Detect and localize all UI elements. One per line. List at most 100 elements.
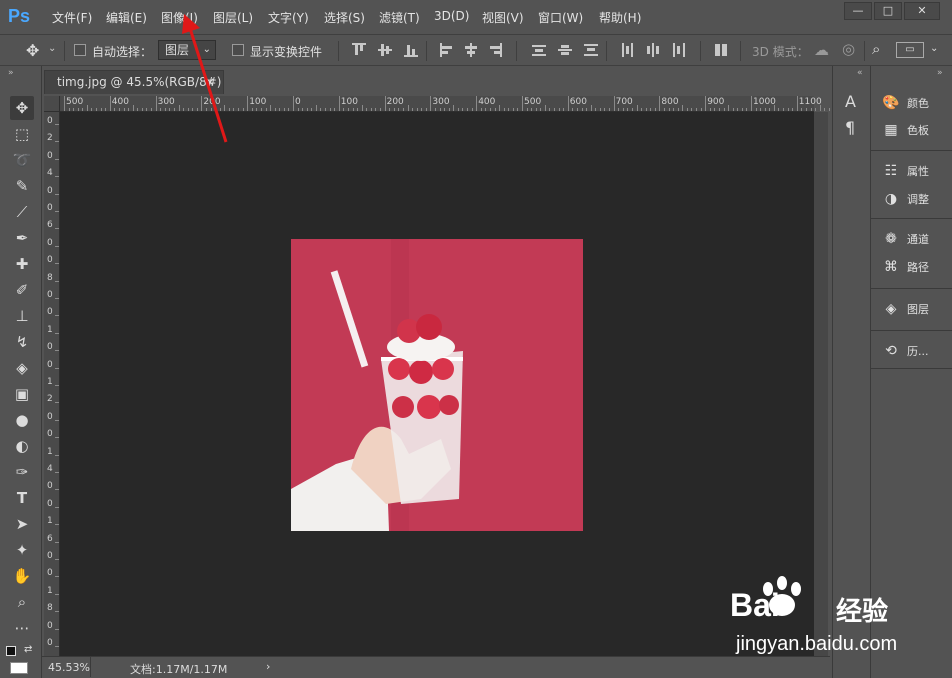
ruler-tick (306, 108, 308, 111)
panel-layers[interactable]: ◈ 图层 (881, 298, 929, 320)
type-tool-icon[interactable]: T (10, 486, 34, 510)
menu-window[interactable]: 窗口(W) (538, 9, 583, 26)
distribute-vcenter-icon[interactable] (558, 43, 572, 57)
panel-color[interactable]: 🎨 颜色 (881, 92, 929, 114)
custom-shape-tool-icon[interactable]: ✦ (10, 538, 34, 562)
pen-tool-icon[interactable]: ✑ (10, 460, 34, 484)
menu-file[interactable]: 文件(F) (52, 9, 92, 26)
ruler-tick (86, 105, 88, 111)
default-colors-icon[interactable] (6, 646, 16, 656)
menu-type[interactable]: 文字(Y) (268, 9, 309, 26)
quick-selection-tool-icon[interactable]: ✎ (10, 174, 34, 198)
chevron-down-icon[interactable]: ⌄ (930, 43, 938, 54)
ruler-tick (242, 108, 244, 111)
paragraph-panel-icon[interactable]: ¶ (845, 118, 855, 137)
maximize-button[interactable]: □ (874, 2, 902, 20)
move-tool-icon[interactable]: ✥ (26, 41, 39, 60)
blur-tool-icon[interactable]: ● (10, 408, 34, 432)
search-icon[interactable]: ⌕ (872, 40, 880, 58)
chevron-down-icon[interactable]: ⌄ (48, 43, 56, 54)
distribute-right-icon[interactable] (672, 43, 686, 57)
auto-select-checkbox[interactable] (74, 44, 86, 56)
collapse-panels-icon[interactable]: « (857, 68, 863, 78)
panel-paths[interactable]: ⌘ 路径 (881, 256, 929, 278)
history-brush-tool-icon[interactable]: ↯ (10, 330, 34, 354)
ruler-tick (718, 108, 720, 111)
ruler-tick (783, 108, 785, 111)
horizontal-ruler[interactable]: 5004003002001000100200300400500600700800… (60, 96, 840, 112)
photo-image[interactable] (291, 239, 583, 531)
panel-swatches[interactable]: ▦ 色板 (881, 119, 929, 141)
ruler-tick (55, 141, 59, 143)
auto-align-icon[interactable] (714, 43, 728, 57)
menu-select[interactable]: 选择(S) (324, 9, 365, 26)
ruler-origin[interactable] (44, 96, 60, 112)
ruler-tick (55, 646, 59, 647)
hand-tool-icon[interactable]: ✋ (10, 564, 34, 588)
align-left-icon[interactable] (440, 43, 454, 57)
lasso-tool-icon[interactable]: ➰ (10, 148, 34, 172)
menu-view[interactable]: 视图(V) (482, 9, 524, 26)
eraser-tool-icon[interactable]: ◈ (10, 356, 34, 380)
menu-filter[interactable]: 滤镜(T) (379, 9, 420, 26)
align-bottom-icon[interactable] (404, 43, 418, 57)
3d-roll-icon[interactable]: ◎ (842, 40, 855, 58)
menu-3d[interactable]: 3D(D) (434, 9, 469, 23)
3d-orbit-icon[interactable]: ☁ (814, 41, 829, 59)
ruler-tick (160, 108, 162, 111)
close-window-button[interactable]: ✕ (904, 2, 940, 20)
panel-history[interactable]: ⟲ 历... (881, 340, 928, 362)
zoom-level[interactable]: 45.53% (48, 661, 90, 674)
marquee-tool-icon[interactable]: ⬚ (10, 122, 34, 146)
eyedropper-tool-icon[interactable]: ✒ (10, 226, 34, 250)
ruler-tick (462, 108, 464, 111)
collapse-toolbar-icon[interactable]: » (8, 68, 14, 78)
ruler-tick (732, 108, 734, 111)
more-tools-icon[interactable]: ⋯ (10, 616, 34, 640)
status-menu-arrow[interactable]: › (266, 660, 270, 673)
gradient-tool-icon[interactable]: ▣ (10, 382, 34, 406)
move-tool-icon[interactable]: ✥ (10, 96, 34, 120)
character-panel-icon[interactable]: A (845, 92, 856, 111)
zoom-tool-icon[interactable]: ⌕ (10, 590, 34, 614)
ruler-tick (55, 506, 59, 508)
ruler-tick (819, 105, 821, 111)
clone-stamp-tool-icon[interactable]: ⊥ (10, 304, 34, 328)
panel-channels[interactable]: ❁ 通道 (881, 228, 929, 250)
ruler-label: 1 (47, 446, 53, 457)
dodge-tool-icon[interactable]: ◐ (10, 434, 34, 458)
collapse-panels-icon[interactable]: » (937, 68, 943, 78)
align-vcenter-icon[interactable] (378, 43, 392, 57)
minimize-button[interactable]: — (844, 2, 872, 20)
swap-colors-icon[interactable]: ⇄ (24, 644, 32, 655)
ruler-tick (402, 108, 404, 111)
canvas-pasteboard[interactable] (60, 112, 814, 658)
ruler-tick (434, 108, 436, 111)
ruler-tick (787, 108, 789, 111)
ruler-tick (540, 108, 542, 111)
foreground-color-swatch[interactable] (10, 662, 28, 674)
align-right-icon[interactable] (488, 43, 502, 57)
menu-help[interactable]: 帮助(H) (599, 9, 641, 26)
menu-edit[interactable]: 编辑(E) (106, 9, 147, 26)
align-hcenter-icon[interactable] (464, 43, 478, 57)
brush-tool-icon[interactable]: ✐ (10, 278, 34, 302)
crop-tool-icon[interactable]: ⟋ (10, 200, 34, 224)
panel-adjustments[interactable]: ◑ 调整 (881, 188, 929, 210)
healing-brush-tool-icon[interactable]: ✚ (10, 252, 34, 276)
ruler-label: 4 (47, 464, 53, 474)
distribute-bottom-icon[interactable] (584, 43, 598, 57)
distribute-hcenter-icon[interactable] (646, 43, 660, 57)
ruler-tick (700, 108, 702, 111)
ruler-tick (100, 108, 102, 111)
workspace-switcher-icon[interactable]: ▭ (896, 42, 924, 58)
distribute-left-icon[interactable] (620, 43, 634, 57)
ruler-label: 500 (524, 97, 542, 107)
align-top-icon[interactable] (352, 43, 366, 57)
ruler-label: 0 (47, 203, 53, 213)
panel-properties[interactable]: ☷ 属性 (881, 160, 929, 182)
distribute-top-icon[interactable] (532, 43, 546, 57)
vertical-ruler[interactable]: 0 2 0 4 0 0 6 0 0 8 0 0 1 0 0 1 2 0 0 1 4 0 0 1 6 0 0 1 8 0 0 (44, 112, 60, 658)
path-selection-tool-icon[interactable]: ➤ (10, 512, 34, 536)
ruler-label: 0 (47, 255, 53, 266)
